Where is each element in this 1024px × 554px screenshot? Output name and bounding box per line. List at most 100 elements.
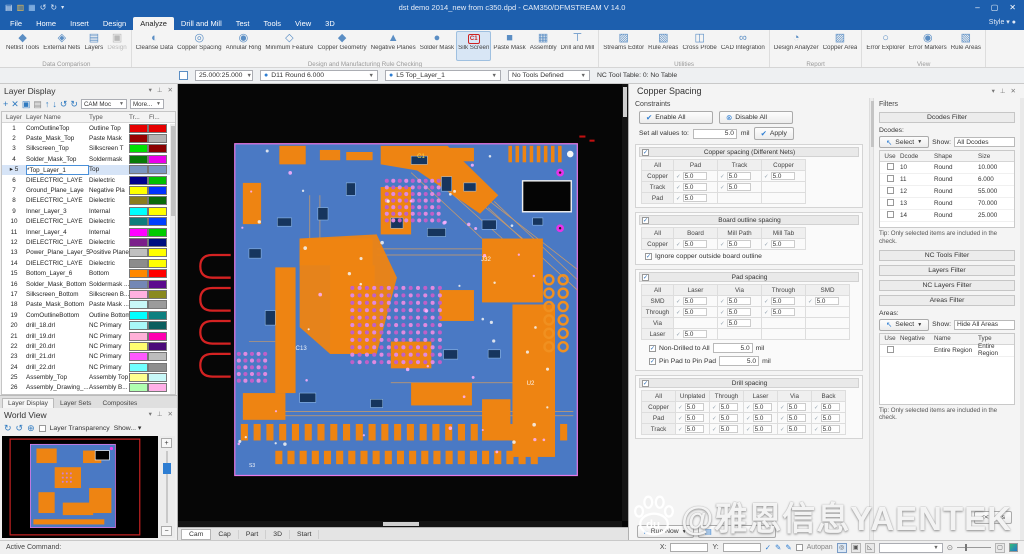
layer-flash-color-swatch[interactable] [148,269,167,278]
spacing-value-input[interactable]: 5.0 [683,183,707,191]
tab-layer-display[interactable]: Layer Display [2,398,54,408]
checkbox[interactable]: ✓ [642,149,649,156]
layer-draw-color-swatch[interactable] [129,228,148,237]
spacing-value-input[interactable]: 5.0 [683,172,707,180]
layer-flash-color-swatch[interactable] [148,124,167,133]
layer-row-2[interactable]: 2Paste_Mask_TopPaste Mask [2,133,175,143]
layer-draw-color-swatch[interactable] [129,332,148,341]
dcode-row-11[interactable]: 11Round6.000 [880,174,1014,186]
layer-draw-color-swatch[interactable] [129,155,148,164]
snap-check-icon[interactable]: ✓ [765,543,771,552]
layer-flash-color-swatch[interactable] [148,196,167,205]
check-icon[interactable]: ✓ [720,310,725,316]
flag-toggle[interactable]: ◺ [865,543,875,553]
screen-icon[interactable]: ▢ [995,543,1005,553]
layer-row-17[interactable]: 17Silkscreen_BottomSilkscreen B... [2,289,175,299]
layer-row-1[interactable]: 1ComOutlineTopOutline Top [2,123,175,133]
new-file-icon[interactable]: ▤ [5,0,13,16]
layer-draw-color-swatch[interactable] [129,248,148,257]
checkbox[interactable] [887,175,894,182]
menu-item-insert[interactable]: Insert [63,17,96,30]
checkbox[interactable] [887,211,894,218]
spacing-value-input[interactable]: 5.0 [719,403,738,411]
check-icon[interactable]: ✓ [814,416,819,422]
check-icon[interactable]: ✓ [676,310,681,316]
tab-layer-sets[interactable]: Layer Sets [55,399,97,408]
ribbon-tool-error-markers[interactable]: ◉Error Markers [907,31,949,61]
layer-draw-color-swatch[interactable] [129,196,148,205]
ribbon-tool-annular-ring[interactable]: ◉Annular Ring [224,31,264,61]
check-icon[interactable]: ✓ [720,299,725,305]
layer-draw-color-swatch[interactable] [129,217,148,226]
redo-icon[interactable]: ↻ [50,0,57,16]
areas-filter-bar[interactable]: Areas Filter [879,295,1015,306]
layer-row-16[interactable]: 16Solder_Mask_BottomSoldermask ... [2,279,175,289]
layer-row-7[interactable]: 7Ground_Plane_LayeNegative Pla [2,185,175,195]
layer-flash-color-swatch[interactable] [148,373,167,382]
layer-draw-color-swatch[interactable] [129,165,148,174]
disable-all-button[interactable]: ⊗Disable All [719,111,793,124]
spacing-value-input[interactable]: 5.0 [727,240,751,248]
zoom-slider-thumb[interactable] [163,463,171,474]
spacing-value-input[interactable]: 5.0 [821,425,840,433]
delete-layer-icon[interactable]: ✕ [11,97,19,111]
pin-icon[interactable]: ⊥ [1000,85,1006,98]
undo-icon[interactable]: ↺ [40,0,47,16]
menu-item-home[interactable]: Home [29,17,63,30]
ribbon-tool-paste-mask[interactable]: ■Paste Mask [491,31,527,61]
layer-draw-color-swatch[interactable] [129,363,148,372]
layer-draw-color-swatch[interactable] [129,352,148,361]
ribbon-tool-drill-and-mill[interactable]: ⊤Drill and Mill [559,31,597,61]
layer-draw-color-swatch[interactable] [129,311,148,320]
check-icon[interactable]: ✓ [764,174,769,180]
check-icon[interactable]: ✓ [676,174,681,180]
menu-item-analyze[interactable]: Analyze [133,17,174,30]
ribbon-tool-rule-areas[interactable]: ▧Rule Areas [949,31,983,61]
checkbox[interactable]: ✓ [649,345,656,352]
check-icon[interactable]: ✓ [780,427,785,433]
extra-value-input[interactable]: 5.0 [713,343,753,353]
save-icon[interactable]: ▦ [28,0,36,16]
layer-row-24[interactable]: 24drill_22.drlNC Primary [2,362,175,372]
ribbon-tool-negative-planes[interactable]: ▲Negative Planes [369,31,418,61]
ribbon-tool-silk-screen[interactable]: C1Silk Screen [456,31,491,61]
pin-icon[interactable]: ⊥ [157,84,163,97]
layer-draw-color-swatch[interactable] [129,383,148,392]
layer-draw-color-swatch[interactable] [129,186,148,195]
ribbon-tool-minimum-feature[interactable]: ◇Minimum Feature [263,31,315,61]
spacing-value-input[interactable]: 5.0 [683,308,707,316]
layer-flash-color-swatch[interactable] [148,207,167,216]
add-layer-icon[interactable]: + [3,97,8,111]
spacing-value-input[interactable]: 5.0 [727,297,751,305]
layer-draw-color-swatch[interactable] [129,144,148,153]
tools-combo[interactable]: No Tools Defined▼ [508,70,590,81]
layer-flash-color-swatch[interactable] [148,280,167,289]
check-icon[interactable]: ✓ [808,299,813,305]
ribbon-tool-cross-probe[interactable]: ◫Cross Probe [680,31,718,61]
layer-row-10[interactable]: 10DIELECTRIC_LAYEDielectric [2,217,175,227]
spacing-value-input[interactable]: 5.0 [821,403,840,411]
menu-item-view[interactable]: View [288,17,318,30]
dcode-row-13[interactable]: 13Round70.000 [880,198,1014,210]
layer-flash-color-swatch[interactable] [148,383,167,392]
apply-button[interactable]: ✔Apply [754,127,794,140]
show-dropdown[interactable]: Show... ▾ [114,424,142,432]
checkbox[interactable]: ✓ [645,253,652,260]
canvas-h-scrollbar[interactable] [178,521,622,527]
move-up-icon[interactable]: ↑ [45,97,50,111]
less-button[interactable]: << Less [974,511,1012,524]
areas-show-input[interactable]: Hide All Areas [954,320,1015,330]
layer-row-18[interactable]: 18Paste_Mask_BottomPaste Mask ... [2,300,175,310]
spacing-value-input[interactable]: 5.0 [727,319,751,327]
check-icon[interactable]: ✓ [676,299,681,305]
layer-draw-color-swatch[interactable] [129,207,148,216]
design-canvas[interactable]: C1 U2 J32 C13 S3 [178,84,628,527]
panel-menu-icon[interactable]: ▾ [149,84,152,97]
autopan-checkbox[interactable] [796,544,803,551]
filter-bar-nc-tools-filter[interactable]: NC Tools Filter [879,250,1015,261]
ribbon-tool-external-nets[interactable]: ◈External Nets [41,31,82,61]
layer-draw-color-swatch[interactable] [129,134,148,143]
pan-icon[interactable]: ⊕ [27,421,35,435]
ribbon-tool-copper-spacing[interactable]: ◎Copper Spacing [175,31,223,61]
layer-flash-color-swatch[interactable] [148,352,167,361]
